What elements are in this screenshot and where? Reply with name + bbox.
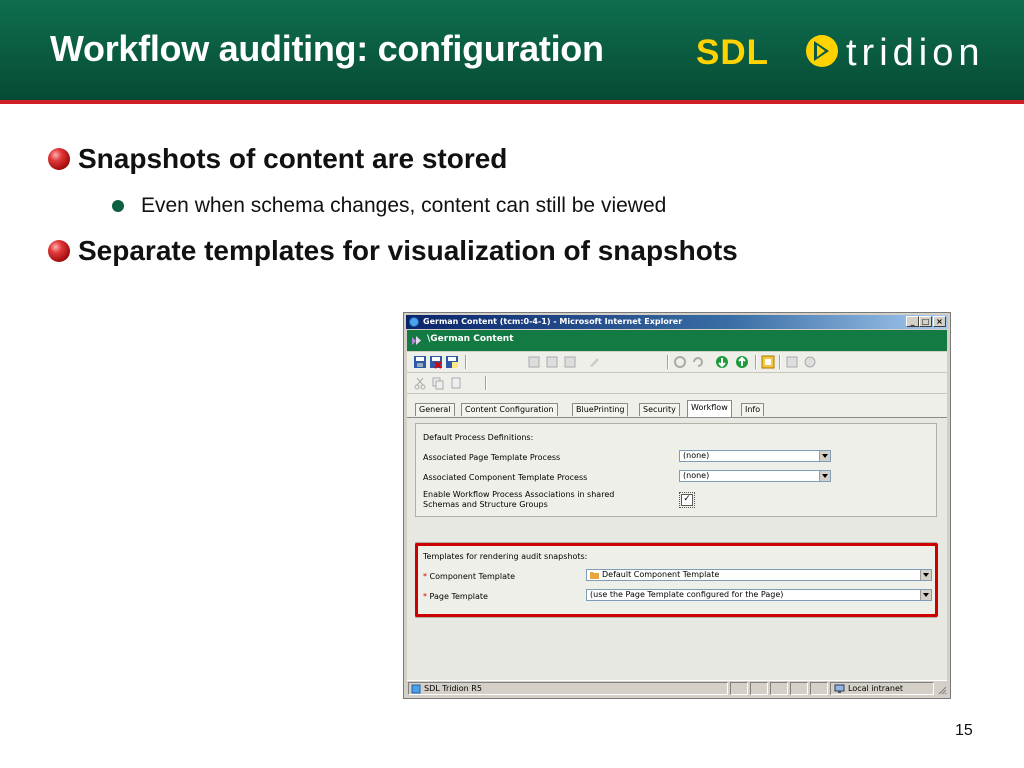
- toolbar-separator: [465, 355, 467, 369]
- default-process-group: Default Process Definitions: Associated …: [415, 423, 937, 517]
- tridion-app-icon: [412, 336, 421, 345]
- green-dot-bullet-icon: [112, 200, 124, 212]
- bullet-text: Even when schema changes, content can st…: [141, 194, 667, 217]
- publish-icon[interactable]: [785, 355, 799, 369]
- unpublish-icon[interactable]: [803, 355, 817, 369]
- app-title-bar: \German Content: [407, 330, 947, 351]
- save-icon[interactable]: [413, 355, 427, 369]
- item-title: \German Content: [427, 334, 514, 344]
- close-button[interactable]: ×: [933, 316, 946, 327]
- tab-general[interactable]: General: [415, 403, 455, 416]
- paste-icon[interactable]: [449, 376, 463, 390]
- maximize-button[interactable]: □: [919, 316, 932, 327]
- logo-sdl-text: SDL: [696, 33, 769, 72]
- ie-window: German Content (tcm:0-4-1) - Microsoft I…: [403, 312, 951, 699]
- tab-blueprinting[interactable]: BluePrinting: [572, 403, 629, 416]
- red-bullet-icon: [48, 148, 70, 170]
- toolbar-separator: [779, 355, 781, 369]
- red-bullet-icon: [48, 240, 70, 262]
- dropdown-arrow-icon[interactable]: [819, 451, 830, 461]
- intranet-zone-icon: [834, 684, 845, 693]
- status-text: SDL Tridion R5: [424, 684, 482, 693]
- save-new-icon[interactable]: [445, 355, 459, 369]
- security-zone-text: Local intranet: [848, 684, 904, 693]
- save-close-icon[interactable]: [429, 355, 443, 369]
- tab-workflow[interactable]: Workflow: [687, 400, 732, 417]
- sub-bullet-schema: Even when schema changes, content can st…: [112, 194, 666, 218]
- slide-header: Workflow auditing: configuration SDL tri…: [0, 0, 1024, 104]
- bullet-text: Snapshots of content are stored: [78, 143, 508, 174]
- page-template-process-select[interactable]: (none): [679, 450, 831, 462]
- minimize-button[interactable]: _: [906, 316, 919, 327]
- status-cell: [810, 682, 828, 695]
- toolbar-main: [407, 352, 947, 373]
- check-in-icon[interactable]: [715, 355, 729, 369]
- page-template-process-value: (none): [683, 451, 710, 460]
- window-titlebar[interactable]: German Content (tcm:0-4-1) - Microsoft I…: [406, 315, 948, 329]
- toolbar-separator: [667, 355, 669, 369]
- toolbar-separator: [755, 355, 757, 369]
- toolbar-separator: [485, 376, 487, 390]
- check-out-icon[interactable]: [735, 355, 749, 369]
- status-cell: [730, 682, 748, 695]
- default-process-heading: Default Process Definitions:: [423, 433, 534, 442]
- component-template-process-label: Associated Component Template Process: [423, 473, 588, 482]
- tab-content-configuration[interactable]: Content Configuration: [461, 403, 558, 416]
- undo-icon[interactable]: [691, 355, 705, 369]
- status-cell: [750, 682, 768, 695]
- status-cell: [770, 682, 788, 695]
- page-template-process-label: Associated Page Template Process: [423, 453, 561, 462]
- unlocalize-icon[interactable]: [545, 355, 559, 369]
- toolbar-edit: [407, 373, 947, 394]
- status-cell: [790, 682, 808, 695]
- preview-icon[interactable]: [761, 355, 775, 369]
- edit-icon[interactable]: [587, 355, 601, 369]
- localize-icon[interactable]: [527, 355, 541, 369]
- logo-swirl-icon: [806, 35, 838, 67]
- status-bar: SDL Tridion R5 Local intranet: [407, 680, 947, 697]
- window-title: German Content (tcm:0-4-1) - Microsoft I…: [423, 317, 683, 326]
- component-template-process-value: (none): [683, 471, 710, 480]
- bullet-text: Separate templates for visualization of …: [78, 235, 738, 266]
- tab-info[interactable]: Info: [741, 403, 765, 416]
- page-number: 15: [955, 722, 973, 739]
- logo-tridion-text: tridion: [846, 32, 985, 74]
- audit-templates-highlight: [415, 543, 938, 617]
- tab-strip: General Content Configuration BluePrinti…: [407, 394, 947, 418]
- compare-icon[interactable]: [563, 355, 577, 369]
- internet-explorer-icon: [409, 317, 419, 327]
- dropdown-arrow-icon[interactable]: [819, 471, 830, 481]
- enable-associations-label-line1: Enable Workflow Process Associations in …: [423, 490, 615, 499]
- resize-grip-icon[interactable]: [938, 686, 947, 695]
- slide-title: Workflow auditing: configuration: [50, 28, 604, 69]
- enable-associations-label-line2: Schemas and Structure Groups: [423, 500, 548, 509]
- cut-icon[interactable]: [413, 376, 427, 390]
- refresh-icon[interactable]: [673, 355, 687, 369]
- tab-security[interactable]: Security: [639, 403, 680, 416]
- bullet-snapshots: Snapshots of content are stored: [48, 143, 507, 175]
- copy-icon[interactable]: [431, 376, 445, 390]
- header-divider: [0, 100, 1024, 104]
- component-template-process-select[interactable]: (none): [679, 470, 831, 482]
- enable-associations-checkbox[interactable]: ✓: [681, 494, 693, 506]
- page-icon: [411, 684, 421, 694]
- bullet-templates: Separate templates for visualization of …: [48, 235, 738, 267]
